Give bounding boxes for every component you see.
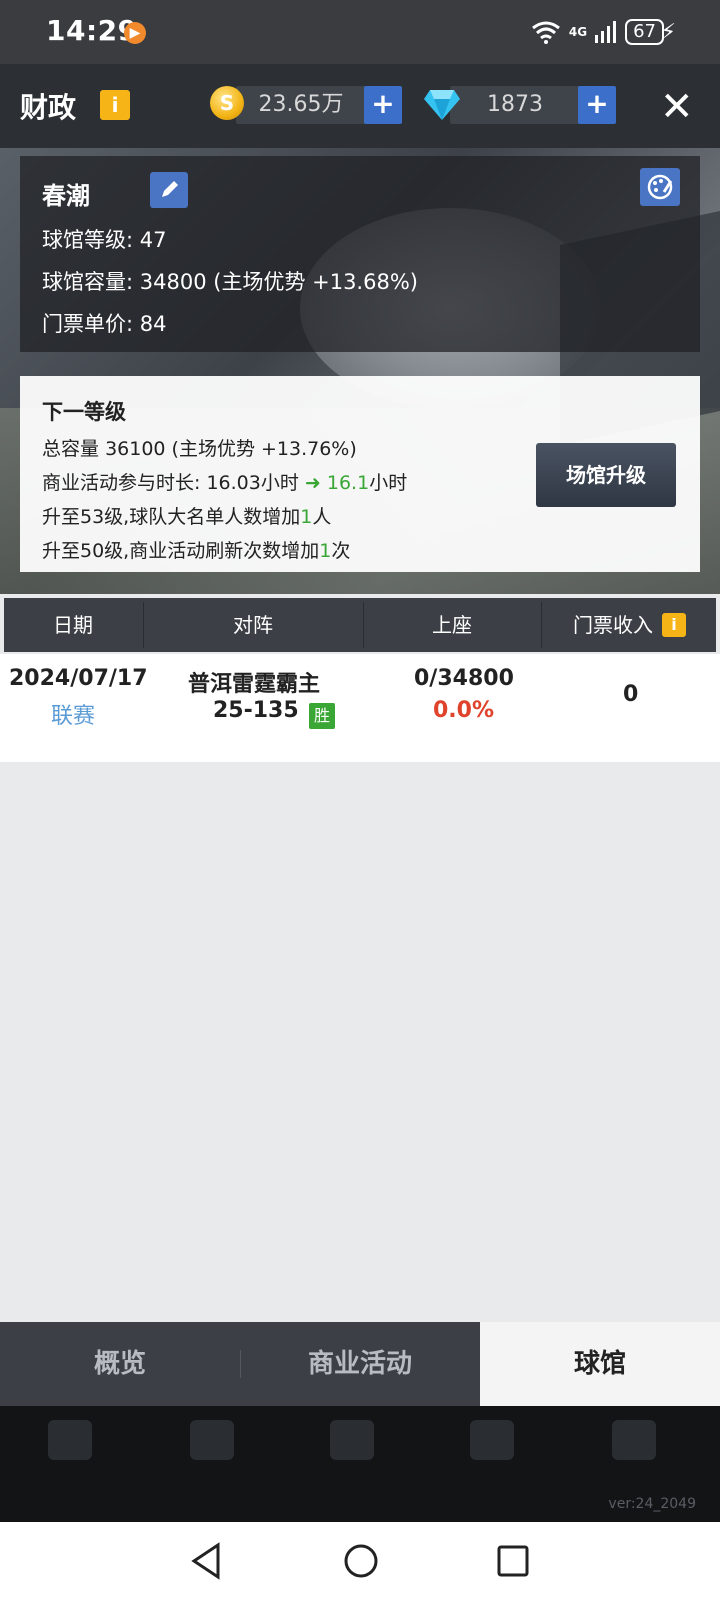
ticket-price-line: 门票单价: 84: [42, 308, 167, 338]
dimmed-nav-icon: [470, 1420, 514, 1460]
gold-amount: 23.65万: [236, 86, 366, 124]
network-label: 4G: [568, 25, 588, 39]
business-duration-unit: 小时: [369, 472, 408, 494]
refresh-bonus-line: 升至50级,商业活动刷新次数增加1次: [42, 536, 350, 563]
diamond-icon: [424, 90, 460, 120]
tab-business[interactable]: 商业活动: [240, 1322, 480, 1406]
tab-venue[interactable]: 球馆: [480, 1322, 720, 1406]
ticket-price-label: 门票单价:: [42, 312, 134, 336]
app-notification-icon: ▶: [124, 22, 146, 44]
match-date: 2024/07/17: [9, 666, 148, 691]
venue-level-label: 球馆等级:: [42, 228, 134, 252]
roster-bonus-text: 升至53级,球队大名单人数增加: [42, 506, 301, 528]
win-badge: 胜: [309, 703, 335, 729]
add-diamond-button[interactable]: +: [578, 86, 616, 124]
table-header: 日期 对阵 上座 门票收入 i: [4, 598, 716, 652]
arrow-right-icon: ➜: [304, 472, 321, 494]
next-level-title: 下一等级: [42, 400, 126, 424]
roster-bonus-number: 1: [300, 506, 313, 528]
dimmed-game-nav: ver:24_2049: [0, 1406, 720, 1522]
status-bar: 14:29 ▶ 4G 67 ⚡: [0, 0, 720, 64]
dimmed-nav-icon: [190, 1420, 234, 1460]
close-icon[interactable]: ✕: [660, 84, 694, 130]
dimmed-nav-icon: [330, 1420, 374, 1460]
venue-level-line: 球馆等级: 47: [42, 224, 167, 254]
opponent-name: 普洱雷霆霸主: [188, 672, 321, 697]
attendance-count: 0/34800: [414, 666, 514, 691]
diamond-amount: 1873: [450, 86, 580, 124]
page-title: 财政: [20, 91, 77, 124]
refresh-bonus-unit: 次: [331, 540, 351, 562]
column-date: 日期: [53, 613, 93, 637]
refresh-bonus-number: 1: [319, 540, 332, 562]
roster-bonus-unit: 人: [312, 506, 332, 528]
business-duration-line: 商业活动参与时长: 16.03小时 ➜ 16.1小时: [42, 468, 407, 495]
tab-overview[interactable]: 概览: [0, 1322, 240, 1406]
version-label: ver:24_2049: [608, 1496, 696, 1512]
signal-icon: [595, 21, 617, 43]
recents-icon[interactable]: [496, 1544, 530, 1578]
revenue-info-icon[interactable]: i: [662, 613, 686, 637]
next-capacity-label: 总容量: [42, 438, 100, 460]
dimmed-nav-icon: [48, 1420, 92, 1460]
home-icon[interactable]: [342, 1542, 380, 1580]
ticket-revenue: 0: [623, 682, 639, 707]
back-icon[interactable]: [188, 1542, 224, 1580]
match-score: 25-135: [213, 698, 299, 723]
venue-level-value: 47: [139, 228, 167, 252]
business-duration-label: 商业活动参与时长:: [42, 472, 201, 494]
ticket-price-value: 84: [139, 312, 167, 336]
match-type-link[interactable]: 联赛: [51, 698, 95, 730]
venue-capacity-value: 34800 (主场优势 +13.68%): [139, 270, 418, 294]
charging-icon: ⚡: [660, 20, 676, 45]
table-row[interactable]: 2024/07/17 联赛 普洱雷霆霸主 25-135 胜 0/34800 0.…: [0, 654, 720, 762]
column-attendance: 上座: [432, 613, 472, 637]
refresh-bonus-text: 升至50级,商业活动刷新次数增加: [42, 540, 320, 562]
dimmed-nav-icon: [612, 1420, 656, 1460]
attendance-percent: 0.0%: [433, 698, 495, 723]
next-capacity-value: 36100 (主场优势 +13.76%): [105, 438, 357, 460]
next-capacity-line: 总容量 36100 (主场优势 +13.76%): [42, 434, 357, 461]
column-matchup: 对阵: [233, 613, 273, 637]
system-nav-bar: [0, 1522, 720, 1600]
bottom-tabs: 概览 商业活动 球馆: [0, 1322, 720, 1406]
venue-name: 春潮: [42, 182, 90, 210]
venue-capacity-line: 球馆容量: 34800 (主场优势 +13.68%): [42, 266, 418, 296]
business-duration-from: 16.03小时: [206, 472, 299, 494]
venue-info-panel: 春潮 球馆等级: 47 球馆容量: 34800 (主场优势 +13.68%) 门…: [20, 156, 700, 352]
pencil-icon: [162, 181, 178, 197]
edit-name-button[interactable]: [150, 172, 188, 208]
add-gold-button[interactable]: +: [364, 86, 402, 124]
venue-capacity-label: 球馆容量:: [42, 270, 134, 294]
battery-level: 67: [625, 19, 664, 45]
roster-bonus-line: 升至53级,球队大名单人数增加1人: [42, 502, 331, 529]
status-right: 4G 67: [531, 18, 664, 46]
business-duration-to: 16.1: [326, 472, 370, 494]
upgrade-venue-button[interactable]: 场馆升级: [536, 443, 676, 507]
gold-coin-icon: S: [210, 86, 244, 120]
header-bar: 财政 i 23.65万 S + 1873 + ✕: [0, 64, 720, 148]
info-icon[interactable]: i: [100, 90, 130, 120]
palette-icon: [647, 174, 673, 200]
palette-button[interactable]: [640, 168, 680, 206]
wifi-icon: [531, 21, 560, 44]
